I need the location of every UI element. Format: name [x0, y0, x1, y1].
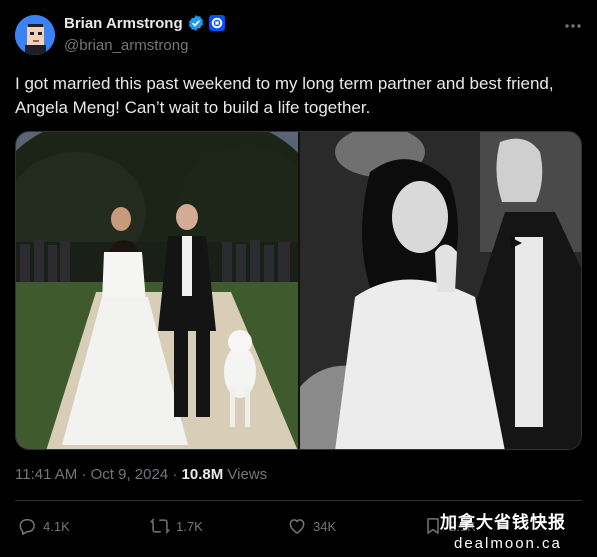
wedding-photo-icon — [16, 132, 298, 449]
tweet-meta: 11:41 AM · Oct 9, 2024 · 10.8M Views — [15, 466, 267, 483]
watermark-chinese: 加拿大省钱快报 — [440, 513, 566, 532]
author-name[interactable]: Brian Armstrong — [64, 15, 183, 32]
more-options-button[interactable] — [561, 14, 585, 38]
author-name-row: Brian Armstrong — [64, 14, 225, 32]
meta-separator: · — [81, 466, 87, 483]
reply-count: 4.1K — [43, 518, 70, 534]
dealmoon-watermark: 加拿大省钱快报 dealmoon.ca — [440, 508, 597, 557]
meta-separator-2: · — [172, 466, 178, 483]
wedding-photo[interactable] — [16, 132, 298, 449]
candid-bw-photo-icon — [300, 132, 581, 449]
divider — [15, 500, 582, 501]
tweet-time[interactable]: 11:41 AM — [15, 466, 77, 483]
repost-count: 1.7K — [176, 518, 203, 534]
heart-icon — [289, 519, 305, 534]
more-dots-icon — [565, 24, 581, 28]
views-label[interactable]: Views — [227, 466, 267, 483]
tweet-date[interactable]: Oct 9, 2024 — [91, 466, 169, 483]
verified-badge-icon[interactable] — [187, 14, 205, 32]
author-handle[interactable]: @brian_armstrong — [64, 37, 188, 54]
author-avatar[interactable] — [15, 15, 55, 55]
repost-icon — [150, 518, 170, 534]
reply-icon — [19, 519, 35, 535]
coinbase-affiliate-icon[interactable] — [208, 15, 225, 31]
reply-button[interactable]: 4.1K — [17, 516, 70, 536]
tweet-text: I got married this past weekend to my lo… — [15, 74, 554, 117]
pixel-punk-avatar-icon — [15, 15, 55, 55]
candid-photo[interactable] — [300, 132, 581, 449]
like-count: 34K — [313, 518, 337, 534]
watermark-domain: dealmoon.ca — [454, 535, 562, 552]
repost-button[interactable]: 1.7K — [150, 516, 203, 536]
views-count[interactable]: 10.8M — [182, 466, 224, 483]
like-button[interactable]: 34K — [287, 516, 336, 536]
media-grid[interactable] — [15, 131, 582, 450]
